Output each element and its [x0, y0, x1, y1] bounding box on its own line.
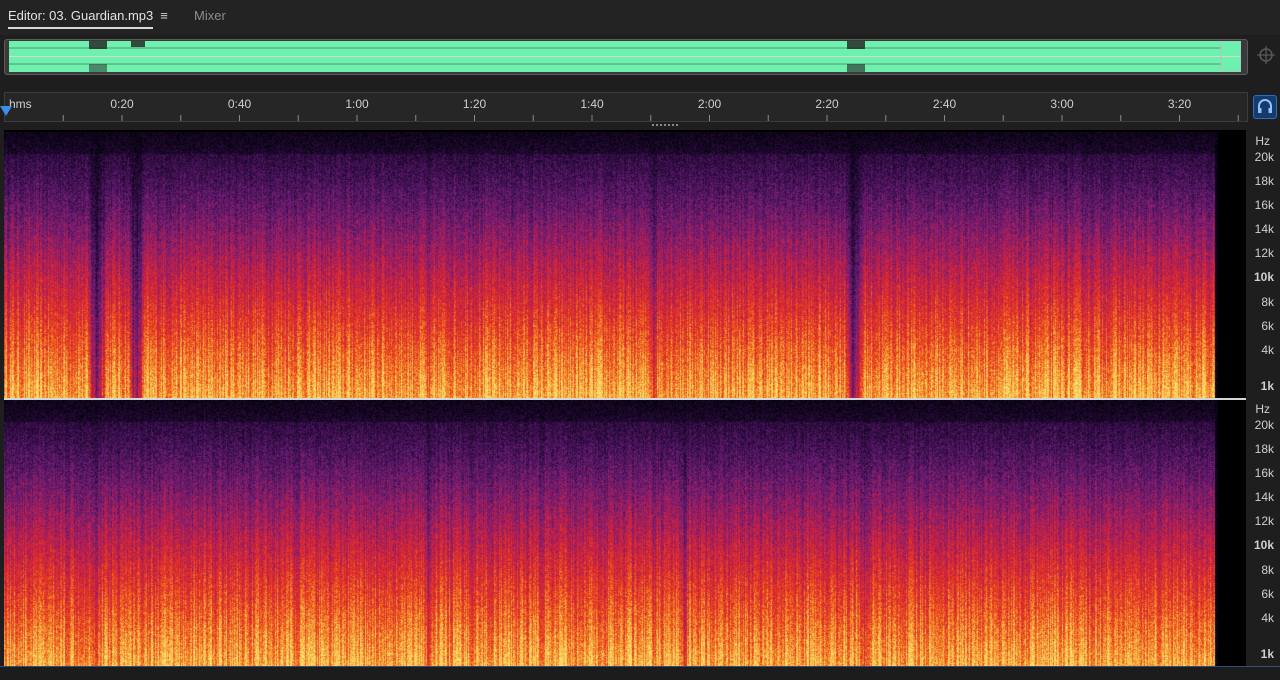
frequency-tick-label: 6k — [1261, 319, 1274, 333]
editor-tab-bar: Editor: 03. Guardian.mp3 ≡ Mixer — [0, 0, 1280, 35]
frequency-tick-label: 18k — [1254, 174, 1274, 188]
panel-splitter-handle[interactable] — [652, 124, 680, 128]
playhead-marker-icon[interactable] — [0, 106, 12, 116]
frequency-tick-label: 8k — [1261, 295, 1274, 309]
frequency-tick-label: 4k — [1261, 611, 1274, 625]
frequency-tick-label: 16k — [1254, 198, 1274, 212]
zoom-navigator-icon[interactable] — [1256, 45, 1276, 65]
frequency-tick-label: 12k — [1254, 514, 1274, 528]
overview-navigator[interactable] — [4, 39, 1248, 75]
frequency-tick-label: 18k — [1254, 442, 1274, 456]
frequency-tick-label: 16k — [1254, 466, 1274, 480]
time-mark-label: 2:00 — [697, 97, 722, 111]
time-mark-label: 2:20 — [815, 97, 839, 111]
frequency-unit-label: Hz — [1255, 134, 1270, 148]
frequency-tick-label: 14k — [1254, 490, 1274, 504]
time-mark-label: 1:20 — [462, 97, 487, 111]
time-mark-label: 0:20 — [110, 97, 134, 111]
frequency-tick-label: 1k — [1260, 647, 1274, 661]
spectrogram-left-channel[interactable] — [4, 132, 1218, 398]
frequency-axis-right-channel: Hz 20k 18k 16k 14k 12k 10k 8k 6k 4k 1k — [1246, 398, 1280, 666]
overview-waveform[interactable] — [9, 41, 1241, 72]
frequency-tick-label: 20k — [1254, 150, 1274, 164]
frequency-tick-label: 10k — [1253, 538, 1274, 552]
time-ruler[interactable]: hms 0:20 0:40 1:00 1:20 1:40 2:00 2:20 2:40 3:00… — [4, 92, 1248, 122]
frequency-tick-label: 6k — [1261, 587, 1274, 601]
frequency-tick-label: 12k — [1254, 246, 1274, 260]
mixer-tab[interactable]: Mixer — [194, 8, 226, 23]
editor-tab[interactable]: Editor: 03. Guardian.mp3 — [8, 8, 154, 29]
time-mark-label: 3:00 — [1050, 97, 1074, 111]
frequency-unit-label: Hz — [1255, 402, 1270, 416]
frequency-tick-label: 4k — [1261, 343, 1274, 357]
frequency-tick-label: 10k — [1253, 270, 1274, 284]
time-mark-label: 1:00 — [345, 97, 369, 111]
spectrogram-right-channel[interactable] — [4, 400, 1218, 666]
time-mark-label: 0:40 — [227, 97, 252, 111]
time-mark-label: 3:20 — [1167, 97, 1192, 111]
headphones-icon[interactable] — [1253, 95, 1277, 119]
status-bar — [0, 666, 1280, 680]
frequency-tick-label: 20k — [1254, 418, 1274, 432]
hamburger-menu-icon[interactable]: ≡ — [157, 9, 171, 23]
frequency-tick-label: 1k — [1260, 379, 1274, 393]
frequency-tick-label: 8k — [1261, 563, 1274, 577]
time-mark-label: 1:40 — [580, 97, 604, 111]
frequency-tick-label: 14k — [1254, 222, 1274, 236]
frequency-axis-left-channel: Hz 20k 18k 16k 14k 12k 10k 8k 6k 4k 1k — [1246, 130, 1280, 398]
time-mark-label: 2:40 — [932, 97, 957, 111]
